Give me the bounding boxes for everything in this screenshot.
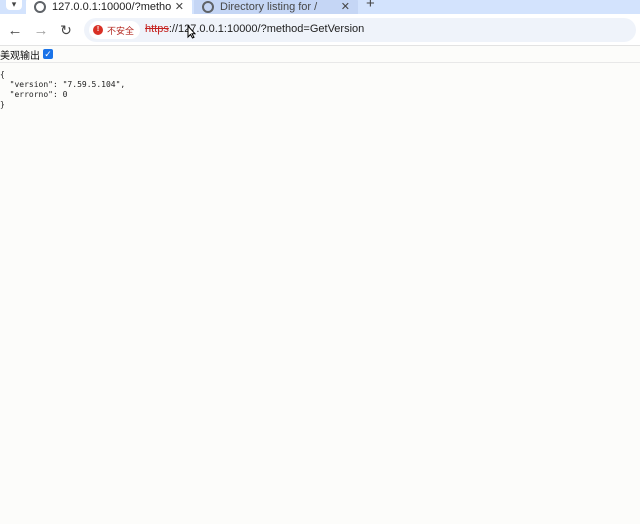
tab-active[interactable]: 127.0.0.1:10000/?method=GetV ✕ xyxy=(26,0,192,14)
tab-list-icon[interactable]: ▾ xyxy=(6,0,22,10)
url-rest: ://127.0.0.1:10000/?method=GetVersion xyxy=(168,23,365,35)
tab-directory-listing[interactable]: Directory listing for / ✕ xyxy=(194,0,358,14)
forward-arrow-icon[interactable]: → xyxy=(32,21,50,39)
pretty-print-option[interactable]: 美观输出 ✓ xyxy=(0,47,53,62)
security-label: 不安全 xyxy=(107,25,135,36)
json-line: "version": "7.59.5.104", xyxy=(0,80,126,89)
text-cursor-icon xyxy=(187,25,196,39)
reload-icon[interactable]: ↻ xyxy=(57,21,75,39)
favicon-icon xyxy=(34,1,46,13)
json-output: { "version": "7.59.5.104", "errorno": 0} xyxy=(0,70,125,110)
tab-strip: ▾ 127.0.0.1:10000/?method=GetV ✕ Directo… xyxy=(0,0,640,14)
address-bar[interactable]: ! 不安全 https://127.0.0.1:10000/?method=Ge… xyxy=(84,18,636,42)
close-icon[interactable]: ✕ xyxy=(341,0,350,13)
favicon-icon xyxy=(202,1,214,13)
json-line: } xyxy=(0,100,5,109)
security-chip[interactable]: ! 不安全 xyxy=(89,21,141,39)
plus-icon[interactable]: + xyxy=(366,0,375,12)
warning-icon: ! xyxy=(93,25,103,35)
url-scheme: https xyxy=(145,23,169,35)
divider xyxy=(0,62,640,63)
pretty-print-label: 美观输出 xyxy=(0,50,40,62)
close-icon[interactable]: ✕ xyxy=(175,0,184,13)
json-line: { xyxy=(0,70,5,79)
browser-toolbar: ← → ↻ ! 不安全 https://127.0.0.1:10000/?met… xyxy=(0,14,640,46)
tab-title: Directory listing for / xyxy=(220,0,318,13)
checkmark-icon[interactable]: ✓ xyxy=(43,49,53,59)
url-text[interactable]: https://127.0.0.1:10000/?method=GetVersi… xyxy=(145,23,364,35)
back-arrow-icon[interactable]: ← xyxy=(6,21,24,39)
tab-title: 127.0.0.1:10000/?method=GetV xyxy=(52,0,171,13)
json-line: "errorno": 0 xyxy=(0,90,68,99)
